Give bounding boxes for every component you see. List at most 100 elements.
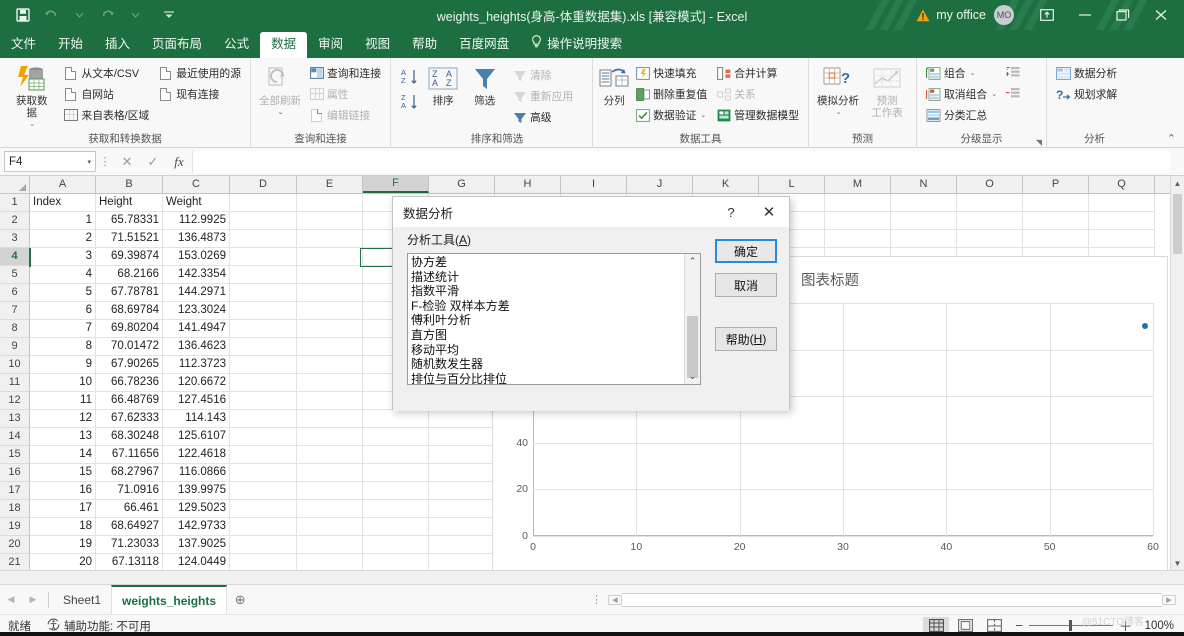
row-header-2[interactable]: 2: [0, 212, 30, 230]
cell-D6[interactable]: [230, 284, 297, 302]
cell-D13[interactable]: [230, 410, 297, 428]
column-header-E[interactable]: E: [297, 176, 363, 193]
column-header-D[interactable]: D: [230, 176, 297, 193]
row-header-14[interactable]: 14: [0, 428, 30, 446]
cell-C2[interactable]: 112.9925: [163, 212, 230, 230]
advanced-filter-button[interactable]: 高级: [509, 107, 593, 127]
dialog-title-bar[interactable]: 数据分析 ? ✕: [393, 197, 789, 227]
consolidate-button[interactable]: 合并计算: [713, 63, 802, 83]
cell-G20[interactable]: [429, 536, 495, 554]
from-text-csv-button[interactable]: 从文本/CSV: [60, 63, 152, 83]
column-header-N[interactable]: N: [891, 176, 957, 193]
cell-D2[interactable]: [230, 212, 297, 230]
from-web-button[interactable]: 自网站: [60, 84, 152, 104]
cell-A13[interactable]: 12: [30, 410, 96, 428]
solver-button[interactable]: ? 规划求解: [1053, 84, 1120, 104]
cell-E20[interactable]: [297, 536, 363, 554]
cell-A11[interactable]: 10: [30, 374, 96, 392]
cell-G17[interactable]: [429, 482, 495, 500]
cell-P2[interactable]: [1023, 212, 1089, 230]
cell-F19[interactable]: [363, 518, 429, 536]
cell-B6[interactable]: 67.78781: [96, 284, 163, 302]
cell-G18[interactable]: [429, 500, 495, 518]
forecast-sheet-button[interactable]: 预测 工作表: [864, 61, 910, 119]
cell-C8[interactable]: 141.4947: [163, 320, 230, 338]
cell-B19[interactable]: 68.64927: [96, 518, 163, 536]
queries-connections-button[interactable]: 查询和连接: [306, 63, 384, 83]
row-header-12[interactable]: 12: [0, 392, 30, 410]
tab-baidu-netdisk[interactable]: 百度网盘: [448, 32, 520, 58]
zoom-level[interactable]: 100%: [1140, 620, 1184, 632]
cell-E9[interactable]: [297, 338, 363, 356]
show-detail-button[interactable]: [1003, 62, 1024, 82]
cell-B12[interactable]: 66.48769: [96, 392, 163, 410]
scroll-down-arrow-icon[interactable]: ▼: [1171, 556, 1184, 570]
flash-fill-button[interactable]: 快速填充: [632, 63, 710, 83]
cell-E8[interactable]: [297, 320, 363, 338]
cell-E13[interactable]: [297, 410, 363, 428]
cell-M3[interactable]: [825, 230, 891, 248]
cell-B1[interactable]: Height: [96, 194, 163, 212]
cell-C6[interactable]: 144.2971: [163, 284, 230, 302]
cancel-button[interactable]: 取消: [715, 273, 777, 297]
cell-O3[interactable]: [957, 230, 1023, 248]
cell-A8[interactable]: 7: [30, 320, 96, 338]
cell-A2[interactable]: 1: [30, 212, 96, 230]
column-header-H[interactable]: H: [495, 176, 561, 193]
cell-A16[interactable]: 15: [30, 464, 96, 482]
cell-C20[interactable]: 137.9025: [163, 536, 230, 554]
cell-B2[interactable]: 65.78331: [96, 212, 163, 230]
cell-M1[interactable]: [825, 194, 891, 212]
analysis-tools-listbox[interactable]: 协方差 描述统计 指数平滑 F-检验 双样本方差 傅利叶分析 直方图 移动平均 随机数发生器排…: [407, 253, 701, 385]
tab-insert[interactable]: 插入: [94, 32, 141, 58]
ribbon-tab-bar[interactable]: 文件 开始 插入 页面布局 公式 数据 审阅 视图 帮助 百度网盘 操作说明搜索: [0, 30, 1184, 58]
cell-C18[interactable]: 129.5023: [163, 500, 230, 518]
row-header-4[interactable]: 4: [0, 248, 30, 266]
horizontal-scrollbar[interactable]: [622, 592, 1162, 607]
column-header-A[interactable]: A: [30, 176, 96, 193]
outline-dialog-launcher[interactable]: ◥: [1036, 138, 1042, 147]
column-header-L[interactable]: L: [759, 176, 825, 193]
chevron-up-icon[interactable]: ⌃: [1167, 132, 1176, 145]
cell-E3[interactable]: [297, 230, 363, 248]
sheet-tab-bar[interactable]: ◀ ▶ Sheet1 weights_heights ⊕ ⋮ ◀ ▶: [0, 584, 1184, 615]
name-box[interactable]: F4 ▾: [4, 151, 96, 172]
chevron-down-icon[interactable]: ⌄: [700, 111, 706, 119]
chevron-down-icon[interactable]: ⌄: [278, 107, 284, 119]
column-header-B[interactable]: B: [96, 176, 163, 193]
sheet-tab-weights-heights[interactable]: weights_heights: [111, 584, 228, 615]
tab-review[interactable]: 审阅: [307, 32, 354, 58]
plus-circle-icon[interactable]: ⊕: [227, 592, 253, 608]
list-item[interactable]: 排位与百分比排位: [408, 372, 684, 384]
cell-A6[interactable]: 5: [30, 284, 96, 302]
row-header-3[interactable]: 3: [0, 230, 30, 248]
cell-A20[interactable]: 19: [30, 536, 96, 554]
cell-C3[interactable]: 136.4873: [163, 230, 230, 248]
cell-C9[interactable]: 136.4623: [163, 338, 230, 356]
cell-D17[interactable]: [230, 482, 297, 500]
redo-icon[interactable]: [94, 4, 120, 26]
list-item[interactable]: 指数平滑: [408, 284, 684, 299]
cell-B17[interactable]: 71.0916: [96, 482, 163, 500]
cell-A1[interactable]: Index: [30, 194, 96, 212]
cell-N1[interactable]: [891, 194, 957, 212]
cell-C4[interactable]: 153.0269: [163, 248, 230, 266]
restore-icon[interactable]: [1104, 0, 1142, 30]
cell-D15[interactable]: [230, 446, 297, 464]
cell-A7[interactable]: 6: [30, 302, 96, 320]
cell-E19[interactable]: [297, 518, 363, 536]
cell-E12[interactable]: [297, 392, 363, 410]
cell-D19[interactable]: [230, 518, 297, 536]
cell-B16[interactable]: 68.27967: [96, 464, 163, 482]
cell-B3[interactable]: 71.51521: [96, 230, 163, 248]
cell-F13[interactable]: [363, 410, 429, 428]
sort-ascending-button[interactable]: AZ: [401, 65, 419, 89]
cell-G13[interactable]: [429, 410, 495, 428]
hscroll-right-arrow-icon[interactable]: ▶: [1162, 594, 1176, 605]
cell-D16[interactable]: [230, 464, 297, 482]
quick-access-toolbar[interactable]: [0, 4, 182, 26]
cell-E16[interactable]: [297, 464, 363, 482]
sheet-resize-handle[interactable]: ⋮: [591, 593, 608, 606]
cell-P3[interactable]: [1023, 230, 1089, 248]
cell-A3[interactable]: 2: [30, 230, 96, 248]
